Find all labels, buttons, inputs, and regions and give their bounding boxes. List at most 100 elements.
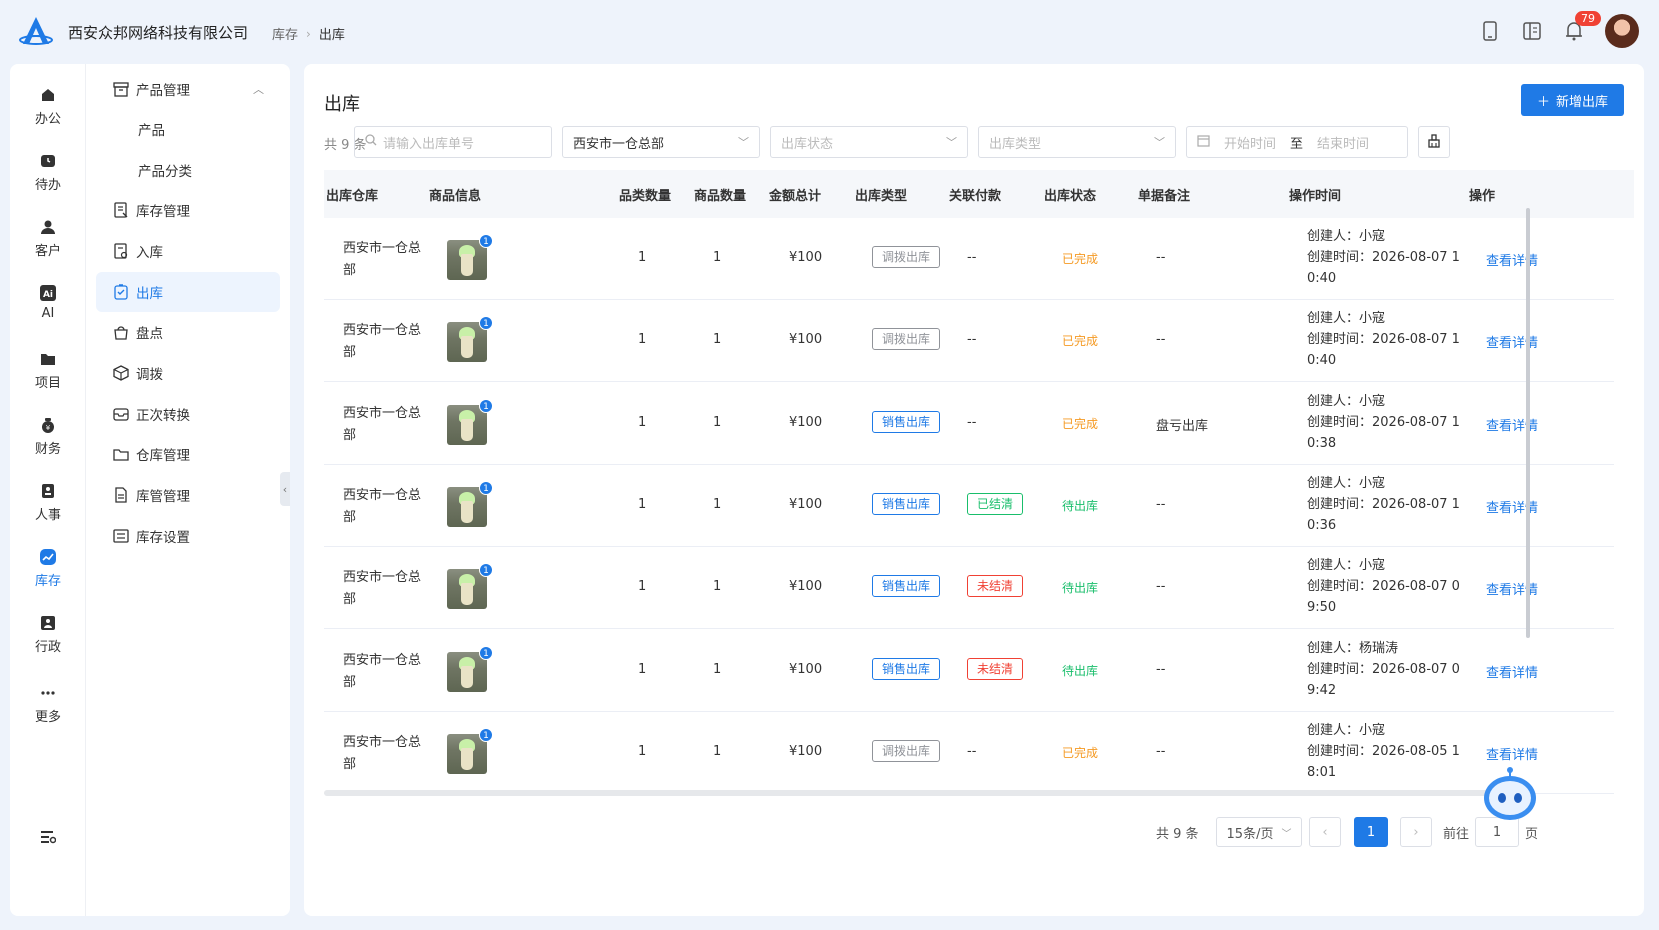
- search-input[interactable]: 请输入出库单号: [354, 126, 552, 158]
- view-details-link[interactable]: 查看详情: [1486, 332, 1538, 351]
- amount-cell: ¥100: [789, 332, 823, 348]
- nav-label: 客户: [34, 244, 61, 259]
- product-qty-badge: 1: [479, 563, 493, 578]
- assistant-bot-icon[interactable]: [1480, 764, 1540, 824]
- nav-office[interactable]: 办公: [10, 86, 86, 127]
- submenu-keeper[interactable]: 库管管理: [96, 475, 280, 515]
- goods-qty-cell: 1: [713, 743, 722, 759]
- add-outbound-button[interactable]: ＋ 新增出库: [1520, 84, 1624, 116]
- warehouse-cell: 西安市一仓总部: [343, 323, 422, 361]
- company-logo[interactable]: [18, 14, 54, 50]
- breadcrumb-item-inventory[interactable]: 库存: [272, 24, 298, 43]
- view-details-link[interactable]: 查看详情: [1486, 250, 1538, 269]
- remark-cell: --: [1156, 250, 1166, 265]
- page-1-button[interactable]: 1: [1354, 816, 1388, 848]
- status-select[interactable]: 出库状态 ﹀: [770, 126, 968, 158]
- view-details-link[interactable]: 查看详情: [1486, 744, 1538, 763]
- creator-text: 创建人：小寇: [1307, 229, 1386, 244]
- horizontal-scrollbar[interactable]: [324, 790, 1524, 796]
- goto-label: 前往: [1443, 826, 1470, 842]
- nav-admin[interactable]: 行政: [10, 614, 86, 655]
- nav-ai[interactable]: Ai AI: [10, 284, 86, 321]
- submenu-transfer[interactable]: 调拨: [96, 353, 280, 393]
- type-select[interactable]: 出库类型 ﹀: [978, 126, 1176, 158]
- start-date-placeholder: 开始时间: [1224, 136, 1277, 152]
- folder-icon: [39, 350, 57, 368]
- book-icon[interactable]: [1521, 20, 1543, 42]
- nav-label: AI: [41, 306, 55, 321]
- payment-tag: 未结清: [967, 657, 1024, 680]
- page-size-box[interactable]: 15条/页 ﹀: [1216, 817, 1302, 847]
- submenu-settings[interactable]: 库存设置: [96, 516, 280, 556]
- nav-customer[interactable]: 客户: [10, 218, 86, 259]
- cube-icon: [112, 364, 130, 382]
- created-time-text: 创建时间：2026-08-07 10:40: [1307, 332, 1460, 369]
- page-size-select[interactable]: 15条/页 ﹀: [1216, 816, 1302, 848]
- chevron-down-icon: ﹀: [946, 136, 957, 149]
- mobile-icon[interactable]: [1479, 20, 1501, 42]
- view-details-link[interactable]: 查看详情: [1486, 497, 1538, 516]
- operation-time-cell: 创建人：小寇 创建时间：2026-08-07 10:36: [1307, 473, 1469, 536]
- clear-filter-button[interactable]: [1418, 126, 1450, 158]
- submenu-label: 正次转换: [136, 408, 190, 424]
- nav-todo[interactable]: 待办: [10, 152, 86, 193]
- clock-icon: [39, 152, 57, 170]
- column-header: 出库仓库: [326, 189, 379, 204]
- submenu-label: 盘点: [136, 326, 163, 342]
- payment-cell: --: [967, 743, 977, 759]
- list-icon: [112, 527, 130, 545]
- submenu-inbound[interactable]: 入库: [96, 231, 280, 271]
- submenu-warehouse[interactable]: 仓库管理: [96, 434, 280, 474]
- nav-inventory[interactable]: 库存: [10, 548, 86, 589]
- top-actions: 79: [1479, 11, 1639, 48]
- outbound-type-tag: 调拨出库: [872, 246, 941, 268]
- column-header: 出库状态: [1044, 189, 1097, 204]
- warehouse-select[interactable]: 西安市一仓总部 ﹀: [562, 126, 760, 158]
- submenu-conversion[interactable]: 正次转换: [96, 394, 280, 434]
- nav-finance[interactable]: ¥ 财务: [10, 416, 86, 457]
- outbound-type-tag: 销售出库: [872, 410, 941, 433]
- warehouse-cell: 西安市一仓总部: [343, 652, 422, 690]
- collapse-sidebar-button[interactable]: ‹: [280, 472, 290, 506]
- category-qty-cell: 1: [638, 661, 647, 677]
- bell-icon[interactable]: 79: [1563, 11, 1601, 42]
- nav-more[interactable]: 更多: [10, 684, 86, 725]
- warehouse-cell: 西安市一仓总部: [343, 487, 422, 525]
- nav-hr[interactable]: 人事: [10, 482, 86, 523]
- view-details-link[interactable]: 查看详情: [1486, 579, 1538, 598]
- doc-out-icon: [112, 283, 130, 301]
- amount-cell: ¥100: [789, 496, 823, 512]
- chevron-left-icon[interactable]: ‹: [1309, 817, 1341, 847]
- submenu-product-management[interactable]: 产品管理 ︿: [96, 69, 280, 109]
- submenu-stock-management[interactable]: 库存管理: [96, 190, 280, 230]
- prev-page-button[interactable]: ‹: [1309, 816, 1341, 848]
- date-range-picker[interactable]: 开始时间 至 结束时间: [1186, 126, 1408, 158]
- user-avatar[interactable]: [1605, 14, 1639, 48]
- page-number[interactable]: 1: [1354, 817, 1388, 847]
- trend-icon: [39, 548, 57, 566]
- next-page-button[interactable]: ›: [1400, 816, 1432, 848]
- outbound-status-cell: 待出库: [1062, 581, 1099, 596]
- breadcrumb-item-outbound: 出库: [318, 28, 345, 43]
- view-details-link[interactable]: 查看详情: [1486, 662, 1538, 681]
- nav-project[interactable]: 项目: [10, 350, 86, 391]
- nav-label: 财务: [34, 442, 61, 457]
- chevron-down-icon: ﹀: [1154, 136, 1165, 149]
- submenu-product-category[interactable]: 产品分类: [96, 150, 280, 190]
- submenu-stocktaking[interactable]: 盘点: [96, 312, 280, 352]
- category-qty-cell: 1: [638, 579, 647, 595]
- created-time-text: 创建时间：2026-08-07 09:42: [1307, 661, 1460, 698]
- nav-settings[interactable]: [10, 828, 86, 850]
- vertical-scrollbar[interactable]: [1526, 208, 1530, 638]
- submenu-outbound[interactable]: 出库: [96, 272, 280, 312]
- outbound-status-cell: 已完成: [1062, 416, 1099, 431]
- view-details-link[interactable]: 查看详情: [1486, 415, 1538, 434]
- column-header: 关联付款: [949, 189, 1002, 204]
- outbound-status-cell: 待出库: [1062, 498, 1099, 513]
- goods-qty-cell: 1: [713, 332, 722, 348]
- chevron-right-icon[interactable]: ›: [1400, 817, 1432, 847]
- product-qty-badge: 1: [479, 727, 493, 742]
- payment-cell: --: [967, 250, 977, 265]
- creator-text: 创建人：小寇: [1307, 558, 1386, 574]
- submenu-product[interactable]: 产品: [96, 109, 280, 149]
